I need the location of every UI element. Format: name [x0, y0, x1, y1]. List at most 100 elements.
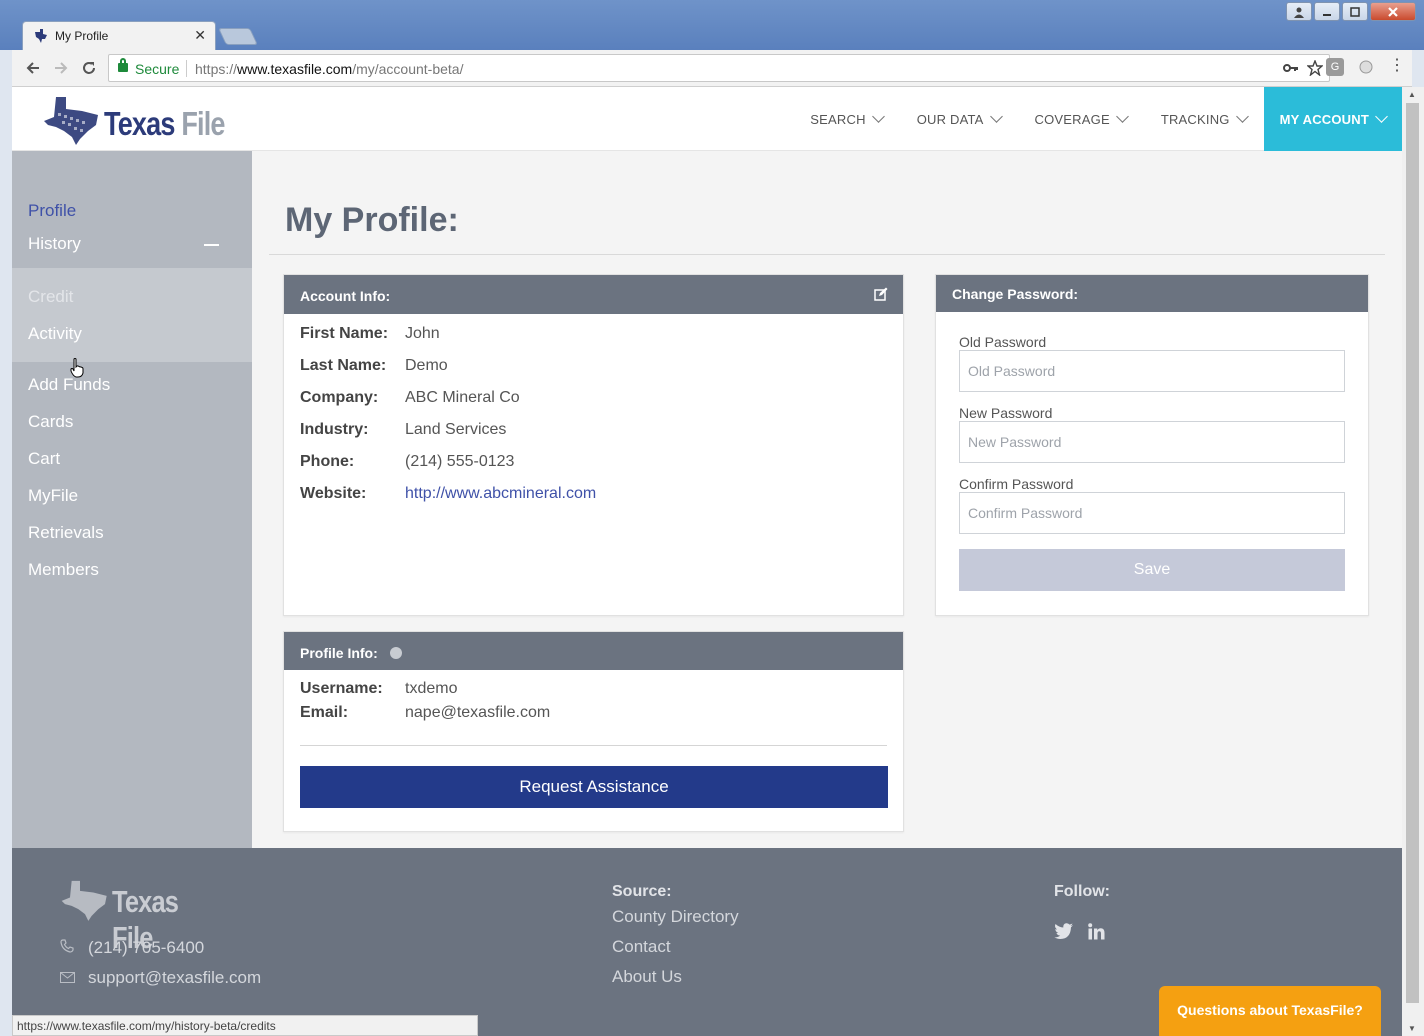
window-close-icon[interactable]	[1370, 2, 1416, 21]
account-field-industry: Industry: Land Services	[300, 421, 507, 438]
profile-info-heading: Profile Info:	[300, 645, 378, 661]
nav-our-data[interactable]: OUR DATA	[900, 87, 1018, 151]
confirm-password-label: Confirm Password	[959, 476, 1074, 492]
sidebar-item-history[interactable]: History	[28, 234, 81, 254]
new-tab-button[interactable]	[218, 28, 258, 45]
scroll-up-icon[interactable]: ▲	[1408, 90, 1416, 99]
sidebar-item-activity[interactable]: Activity	[28, 324, 82, 344]
main-content: My Profile: Account Info: First Name: Joh…	[252, 151, 1402, 848]
account-info-header: Account Info:	[284, 275, 903, 314]
mail-icon	[60, 970, 80, 986]
texasfile-logo[interactable]: Texas File	[42, 95, 252, 145]
omnibox-separator	[186, 60, 187, 77]
key-icon[interactable]	[1283, 62, 1299, 74]
texas-map-footer-icon	[61, 880, 107, 921]
title-bar: My Profile ✕	[0, 0, 1424, 50]
scroll-thumb[interactable]	[1406, 103, 1419, 1003]
sidebar-item-retrievals[interactable]: Retrievals	[28, 523, 104, 543]
nav-my-account[interactable]: MY ACCOUNT	[1263, 87, 1402, 151]
old-password-label: Old Password	[959, 334, 1047, 350]
address-bar[interactable]: Secure https://www.texasfile.com/my/acco…	[108, 54, 1330, 82]
footer-phone[interactable]: (214) 705-6400	[60, 938, 204, 958]
account-info-card: Account Info: First Name: John Last Name:…	[283, 274, 904, 616]
sidebar-item-profile[interactable]: Profile	[28, 201, 76, 221]
sidebar-item-members[interactable]: Members	[28, 560, 99, 580]
maximize-icon[interactable]	[1342, 2, 1368, 21]
sidebar-item-myfile[interactable]: MyFile	[28, 486, 78, 506]
twitter-icon[interactable]	[1054, 923, 1074, 940]
footer-logo[interactable]: Texas File	[60, 878, 240, 955]
footer-link-contact[interactable]: Contact	[612, 937, 671, 957]
account-field-company: Company: ABC Mineral Co	[300, 389, 520, 406]
window-controls	[1286, 2, 1416, 21]
chevron-down-icon	[1115, 110, 1129, 123]
scroll-down-icon[interactable]: ▼	[1408, 1024, 1416, 1033]
edit-icon[interactable]	[874, 287, 888, 301]
profile-field-username: Username: txdemo	[300, 680, 458, 697]
forward-icon[interactable]	[50, 57, 72, 79]
change-password-card: Change Password: Old Password Old Passwo…	[935, 274, 1369, 616]
website-link[interactable]: http://www.abcmineral.com	[405, 485, 596, 502]
texasfile-favicon-icon	[35, 29, 47, 43]
account-sidebar: Profile History Credit Activity Add Fund…	[12, 151, 252, 848]
secure-label: Secure	[135, 61, 180, 77]
back-icon[interactable]	[22, 57, 44, 79]
tab-close-icon[interactable]: ✕	[194, 27, 206, 44]
sidebar-item-cart[interactable]: Cart	[28, 449, 60, 469]
footer-follow-heading: Follow:	[1054, 883, 1110, 900]
account-field-phone: Phone: (214) 555-0123	[300, 453, 515, 470]
hand-cursor-icon	[70, 358, 84, 378]
change-password-header: Change Password:	[936, 275, 1368, 312]
nav-coverage[interactable]: COVERAGE	[1018, 87, 1144, 151]
site-header: Texas File SEARCH OUR DATA COVERAGE TRAC…	[12, 87, 1402, 151]
chevron-down-icon	[871, 110, 885, 123]
chevron-down-icon	[1375, 110, 1388, 123]
profile-info-header: Profile Info:	[284, 632, 903, 670]
change-password-heading: Change Password:	[952, 286, 1079, 302]
sidebar-item-cards[interactable]: Cards	[28, 412, 73, 432]
request-assistance-button[interactable]: Request Assistance	[300, 766, 888, 808]
profile-info-card: Profile Info: Username: txdemo Email: nape…	[283, 631, 904, 832]
sidebar-history-submenu: Credit Activity	[12, 268, 252, 362]
texas-map-logo-icon	[44, 97, 98, 145]
status-bar-url: https://www.texasfile.com/my/history-bet…	[12, 1015, 478, 1036]
footer-link-county-directory[interactable]: County Directory	[612, 907, 739, 927]
account-info-heading: Account Info:	[300, 288, 391, 304]
nav-tracking[interactable]: TRACKING	[1144, 87, 1264, 151]
questions-chat-button[interactable]: Questions about TexasFile?	[1159, 986, 1381, 1036]
bookmark-star-icon[interactable]	[1307, 60, 1323, 76]
url-text[interactable]: https://www.texasfile.com/my/account-bet…	[195, 61, 463, 77]
old-password-input[interactable]: Old Password	[959, 350, 1345, 392]
browser-toolbar: Secure https://www.texasfile.com/my/acco…	[12, 50, 1412, 87]
sidebar-top-group: Profile History	[12, 151, 252, 268]
sidebar-bottom-group: Add Funds Cards Cart MyFile Retrievals M…	[12, 362, 252, 848]
browser-window: My Profile ✕ Secure https://www.texasfil…	[0, 0, 1424, 1036]
tab-title: My Profile	[55, 29, 109, 43]
title-divider	[269, 254, 1385, 255]
reload-icon[interactable]	[78, 57, 100, 79]
new-password-input[interactable]: New Password	[959, 421, 1345, 463]
logo-wordmark: Texas File	[104, 105, 225, 142]
user-icon[interactable]	[1286, 2, 1312, 21]
collapse-minus-icon[interactable]	[204, 244, 219, 246]
sidebar-item-add-funds[interactable]: Add Funds	[28, 375, 110, 395]
main-nav: SEARCH OUR DATA COVERAGE TRACKING MY ACC…	[793, 87, 1402, 151]
page-scrollbar[interactable]: ▲ ▼	[1402, 87, 1424, 1036]
phone-icon	[60, 939, 80, 956]
extension-g-icon[interactable]: G	[1326, 58, 1344, 76]
account-field-last-name: Last Name: Demo	[300, 357, 448, 374]
footer-email[interactable]: support@texasfile.com	[60, 968, 261, 988]
browser-tab[interactable]: My Profile ✕	[22, 21, 216, 50]
save-password-button[interactable]: Save	[959, 549, 1345, 591]
sidebar-item-credit[interactable]: Credit	[28, 287, 73, 307]
nav-search[interactable]: SEARCH	[793, 87, 899, 151]
info-dot-icon[interactable]	[389, 647, 402, 659]
web-page: Texas File SEARCH OUR DATA COVERAGE TRAC…	[12, 87, 1402, 1036]
minimize-icon[interactable]	[1314, 2, 1340, 21]
confirm-password-input[interactable]: Confirm Password	[959, 492, 1345, 534]
lock-icon	[118, 58, 128, 72]
linkedin-icon[interactable]	[1088, 923, 1105, 940]
menu-dots-icon[interactable]: ⋮	[1388, 58, 1406, 76]
extension-circle-icon[interactable]	[1357, 58, 1375, 76]
footer-link-about-us[interactable]: About Us	[612, 967, 682, 987]
